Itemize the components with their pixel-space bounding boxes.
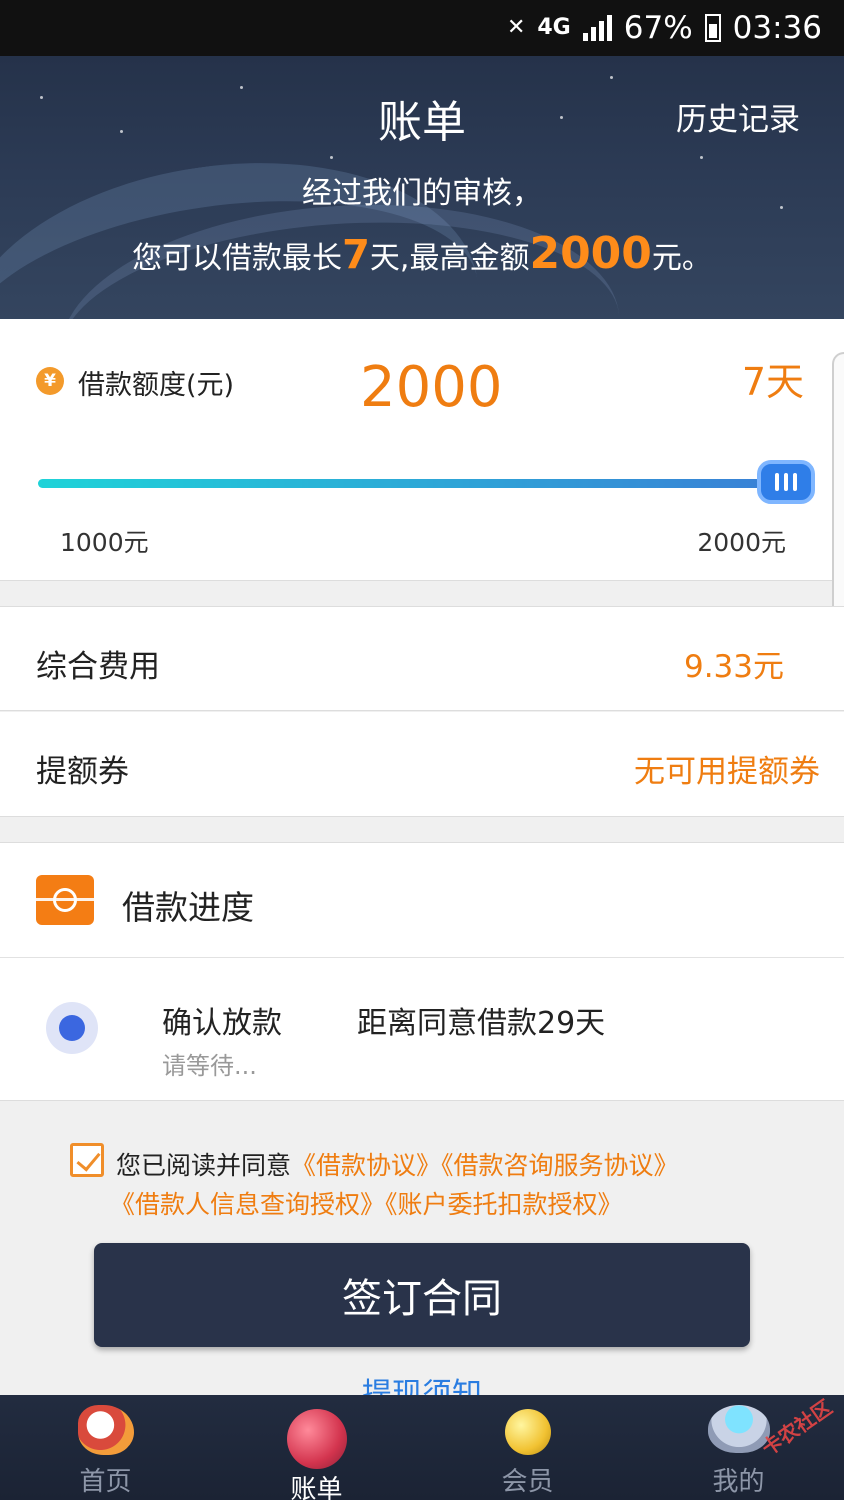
planet-icon bbox=[286, 1409, 347, 1469]
coupon-label: 提额券 bbox=[36, 754, 129, 790]
progress-step: 确认放款 请等待... 距离同意借款29天 bbox=[0, 958, 844, 1101]
total-fee-row: 综合费用 9.33元 bbox=[0, 606, 844, 711]
nav-bill-label: 账单 bbox=[290, 1475, 343, 1500]
nav-home[interactable]: 首页 bbox=[0, 1395, 211, 1500]
progress-icon bbox=[36, 875, 94, 925]
rocket-icon bbox=[77, 1405, 134, 1455]
slider-max-label: 2000元 bbox=[697, 528, 786, 557]
agreement-text-line2: 《借款人信息查询授权》《账户委托扣款授权》 bbox=[110, 1185, 623, 1221]
battery-icon bbox=[704, 14, 721, 42]
loan-days-value: 7天 bbox=[741, 360, 804, 404]
notice-text: 元。 bbox=[651, 241, 712, 276]
max-days: 7 bbox=[342, 232, 370, 278]
slider-min-label: 1000元 bbox=[60, 528, 149, 557]
loan-amount-value: 2000 bbox=[360, 355, 503, 420]
notice-text: 您可以借款最长 bbox=[132, 241, 343, 276]
status-bar: ✕ 4G 67% 03:36 bbox=[0, 0, 844, 56]
loan-agreement-link[interactable]: 《借款协议》 bbox=[291, 1151, 441, 1180]
loan-progress-title: 借款进度 bbox=[122, 888, 254, 927]
max-amount: 2000 bbox=[529, 228, 652, 279]
agreement-text: 您已阅读并同意 bbox=[116, 1151, 292, 1180]
total-fee-value: 9.33元 bbox=[683, 649, 784, 685]
coupon-value: 无可用提额券 bbox=[634, 754, 820, 790]
nav-mine-label: 我的 bbox=[712, 1467, 765, 1497]
nav-home-label: 首页 bbox=[79, 1467, 132, 1497]
side-pull-tab[interactable] bbox=[832, 352, 844, 632]
signal-icon bbox=[582, 15, 612, 41]
amount-slider-track[interactable] bbox=[38, 479, 786, 488]
clock: 03:36 bbox=[732, 10, 822, 46]
nav-bill[interactable]: 账单 bbox=[211, 1395, 422, 1500]
network-type-icon: 4G bbox=[537, 15, 571, 40]
review-notice-line2: 您可以借款最长7天,最高金额2000元。 bbox=[0, 228, 844, 279]
credit-query-auth-link[interactable]: 《借款人信息查询授权》 bbox=[110, 1190, 385, 1219]
total-fee-label: 综合费用 bbox=[36, 649, 160, 685]
step-subtitle: 请等待... bbox=[162, 1052, 257, 1080]
agreement-checkbox[interactable] bbox=[70, 1143, 104, 1177]
moon-icon bbox=[504, 1409, 551, 1455]
mute-icon: ✕ bbox=[506, 15, 526, 40]
amount-slider-handle[interactable] bbox=[757, 460, 815, 504]
coupon-row[interactable]: 提额券 无可用提额券 bbox=[0, 712, 844, 817]
nav-member-label: 会员 bbox=[501, 1467, 554, 1497]
withdraw-notice-link[interactable]: 提现须知 bbox=[0, 1376, 844, 1395]
star-decoration bbox=[700, 156, 703, 159]
step-info: 距离同意借款29天 bbox=[357, 1006, 606, 1041]
nav-member[interactable]: 会员 bbox=[422, 1395, 633, 1500]
page-header: 账单 历史记录 经过我们的审核， 您可以借款最长7天,最高金额2000元。 bbox=[0, 56, 844, 319]
consulting-agreement-link[interactable]: 《借款咨询服务协议》 bbox=[441, 1151, 679, 1180]
bottom-nav: 首页 账单 会员 我的 bbox=[0, 1395, 844, 1500]
yen-icon: ¥ bbox=[36, 367, 64, 395]
notice-text: 天,最高金额 bbox=[369, 241, 530, 276]
review-notice-line1: 经过我们的审核， bbox=[302, 176, 542, 211]
sign-contract-button[interactable]: 签订合同 bbox=[94, 1243, 750, 1347]
step-title: 确认放款 bbox=[162, 1006, 282, 1041]
loan-limit-label: 借款额度(元) bbox=[78, 370, 235, 401]
history-link[interactable]: 历史记录 bbox=[676, 94, 800, 139]
loan-amount-card: ¥ 借款额度(元) 2000 7天 1000元 2000元 bbox=[0, 319, 844, 581]
battery-percent: 67% bbox=[623, 10, 693, 46]
auto-debit-auth-link[interactable]: 《账户委托扣款授权》 bbox=[385, 1190, 623, 1219]
loan-progress-header: 借款进度 bbox=[0, 842, 844, 958]
star-decoration bbox=[610, 76, 613, 79]
star-decoration bbox=[330, 156, 333, 159]
agreement-text-line1: 您已阅读并同意《借款协议》《借款咨询服务协议》 bbox=[116, 1146, 679, 1182]
step-status-dot bbox=[46, 1002, 98, 1054]
